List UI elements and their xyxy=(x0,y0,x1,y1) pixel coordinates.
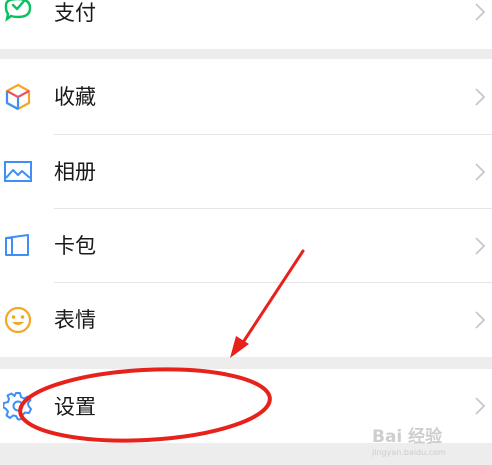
menu-item-favorites[interactable]: 收藏 xyxy=(0,59,492,135)
menu-item-label-cards: 卡包 xyxy=(54,234,96,258)
sticker-smiley-icon xyxy=(3,305,33,335)
menu-item-cards[interactable]: 卡包 xyxy=(0,209,492,283)
chevron-right-icon xyxy=(474,310,486,330)
menu-item-label-album: 相册 xyxy=(54,160,96,184)
watermark-brand: Bai 经验 xyxy=(372,427,443,447)
chevron-right-icon xyxy=(474,87,486,107)
album-icon xyxy=(3,157,33,187)
wechat-pay-icon xyxy=(3,0,33,30)
menu-item-pay[interactable]: 支付 xyxy=(0,0,492,49)
favorites-cube-icon xyxy=(3,82,33,112)
chevron-right-icon xyxy=(474,236,486,256)
menu-item-label-pay: 支付 xyxy=(54,1,96,25)
menu-item-label-favorites: 收藏 xyxy=(54,85,96,109)
menu-item-label-stickers: 表情 xyxy=(54,308,96,332)
watermark-url: jingyan.baidu.com xyxy=(372,448,446,457)
menu-item-label-settings: 设置 xyxy=(54,395,96,419)
menu-item-stickers[interactable]: 表情 xyxy=(0,283,492,357)
chevron-right-icon xyxy=(474,396,486,416)
chevron-right-icon xyxy=(474,2,486,22)
chevron-right-icon xyxy=(474,162,486,182)
card-wallet-icon xyxy=(3,231,33,261)
settings-gear-icon xyxy=(2,391,33,421)
menu-item-album[interactable]: 相册 xyxy=(0,135,492,209)
